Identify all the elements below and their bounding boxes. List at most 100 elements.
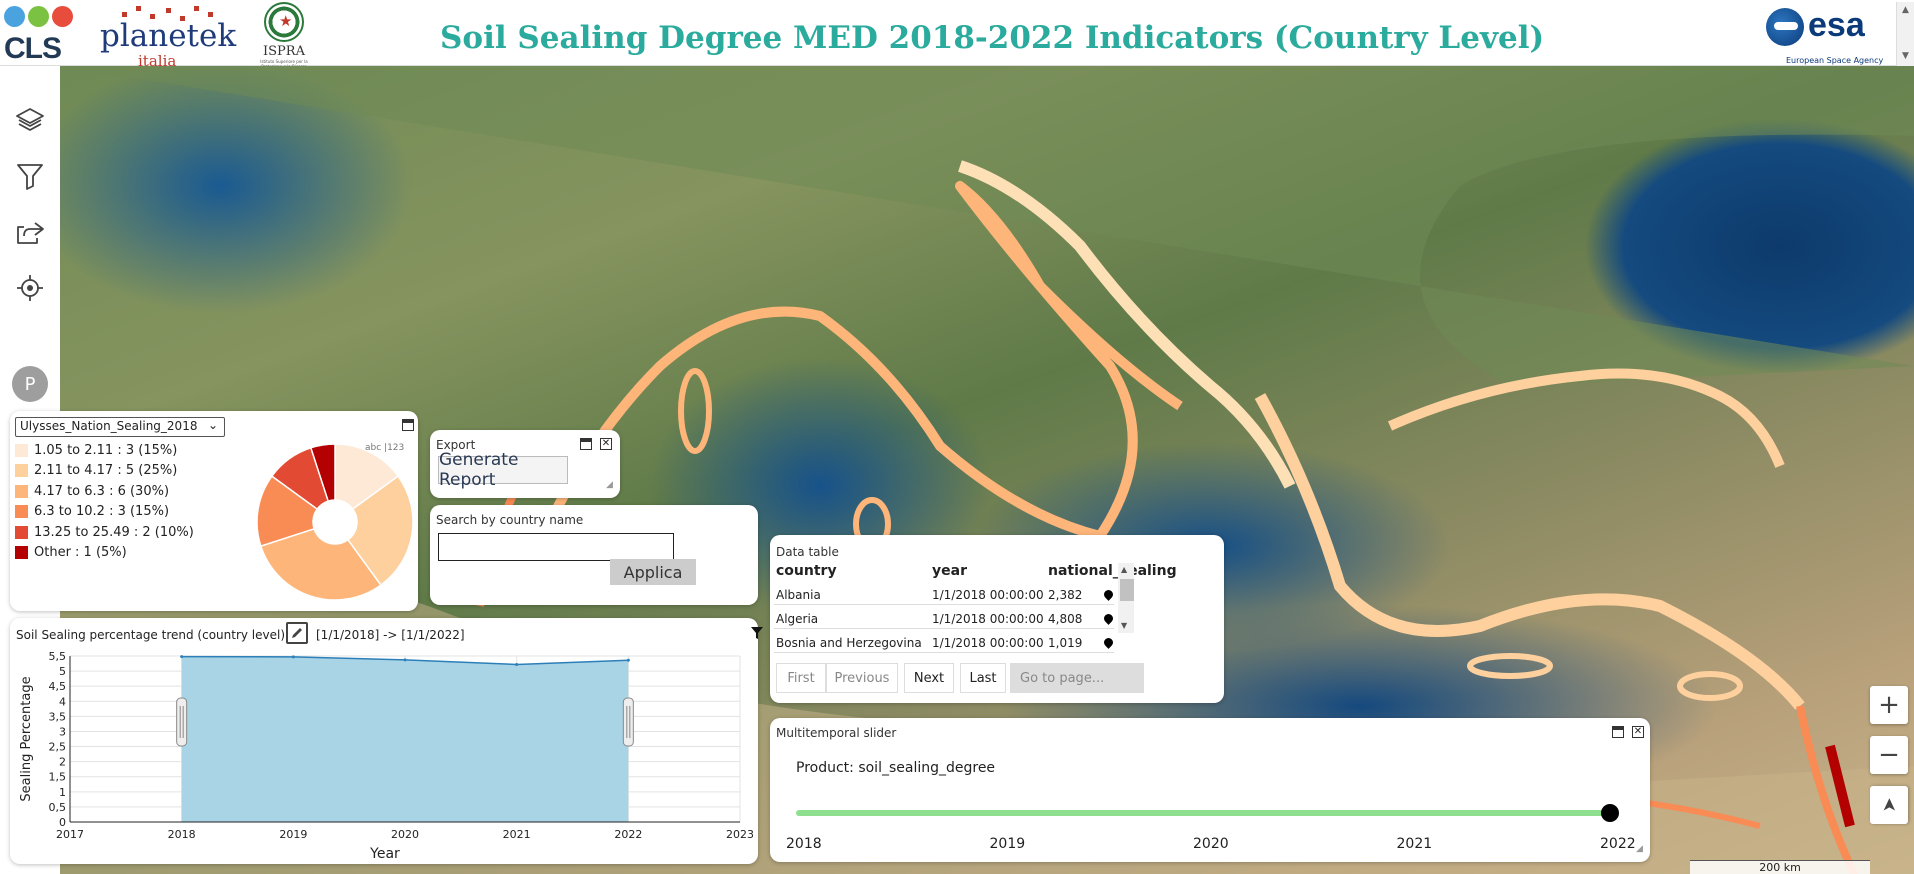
share-icon[interactable] — [10, 212, 50, 252]
trend-title: Soil Sealing percentage trend (country l… — [16, 628, 286, 642]
zoom-to-pin-icon[interactable] — [1102, 588, 1115, 601]
table-cell-country: Albania — [776, 588, 821, 602]
slider-title: Multitemporal slider — [776, 726, 897, 740]
table-row[interactable]: Albania 1/1/2018 00:00:00 2,382 — [774, 585, 1115, 605]
y-tick-label: 2,5 — [49, 741, 67, 754]
maximize-icon[interactable] — [1612, 726, 1624, 738]
y-tick-label: 4,5 — [49, 680, 67, 693]
header: CLS planetek italia ★ ISPRA Istituto Sup… — [0, 0, 1914, 74]
pager-first-button[interactable]: First — [776, 663, 826, 693]
scale-bar: 200 km — [1690, 860, 1870, 874]
y-tick-label: 1,5 — [49, 771, 67, 784]
range-handle[interactable] — [622, 697, 634, 747]
pager-next-button[interactable]: Next — [904, 663, 954, 693]
trend-date-range: [1/1/2018] -> [1/1/2022] — [316, 628, 465, 642]
column-header-year[interactable]: year — [932, 563, 967, 579]
y-tick-label: 1 — [59, 786, 66, 799]
table-row[interactable]: Algeria 1/1/2018 00:00:00 4,808 — [774, 609, 1115, 629]
zoom-to-pin-icon[interactable] — [1102, 636, 1115, 649]
multitemporal-slider-panel: Multitemporal slider ✕ Product: soil_sea… — [770, 718, 1650, 862]
header-scrollbar[interactable]: ▲ ▼ — [1896, 2, 1914, 66]
legend-item: 13.25 to 25.49 : 2 (10%) — [15, 523, 194, 541]
y-tick-label: 0,5 — [49, 801, 67, 814]
slider-tick-label: 2021 — [1396, 836, 1433, 852]
zoom-in-button[interactable]: + — [1870, 686, 1908, 724]
legend-panel: Ulysses_Nation_Sealing_2018 ⌄ 1.05 to 2.… — [10, 411, 418, 611]
y-tick-label: 3 — [59, 725, 66, 738]
table-cell-year: 1/1/2018 00:00:00 — [932, 612, 1044, 626]
legend-item: Other : 1 (5%) — [15, 544, 127, 562]
resize-icon[interactable]: ◢ — [606, 480, 616, 490]
slider-tick-label: 2022 — [1600, 836, 1636, 852]
pie-mode-label: abc |123 — [365, 443, 405, 453]
user-avatar[interactable]: P — [12, 366, 48, 402]
filter-icon[interactable] — [10, 156, 50, 196]
pager-last-button[interactable]: Last — [960, 663, 1006, 693]
legend-label: 2.11 to 4.17 : 5 (25%) — [34, 463, 178, 478]
apply-button[interactable]: Applica — [610, 559, 696, 585]
legend-label: 1.05 to 2.11 : 3 (15%) — [34, 442, 178, 458]
generate-report-button[interactable]: Generate Report — [438, 450, 568, 490]
x-tick-label: 2018 — [168, 828, 196, 841]
legend-item: 6.3 to 10.2 : 3 (15%) — [15, 503, 169, 521]
legend-label: Other : 1 (5%) — [34, 545, 127, 560]
data-point[interactable] — [626, 658, 630, 662]
x-tick-label: 2023 — [726, 828, 754, 841]
table-cell-national-sealing: 1,019 — [1048, 636, 1083, 650]
legend-item: 1.05 to 2.11 : 3 (15%) — [15, 441, 177, 459]
table-row[interactable]: Bosnia and Herzegovina 1/1/2018 00:00:00 1… — [774, 633, 1115, 653]
y-tick-label: 4 — [59, 695, 66, 708]
locate-icon[interactable] — [10, 268, 50, 308]
legend-swatch — [15, 464, 28, 477]
x-tick-label: 2022 — [614, 828, 642, 841]
slider-track[interactable] — [796, 810, 1610, 816]
maximize-icon[interactable] — [580, 438, 592, 450]
area-series — [181, 656, 629, 822]
pager-previous-button[interactable]: Previous — [826, 663, 898, 693]
slider-handle[interactable] — [1601, 804, 1619, 822]
legend-label: 6.3 to 10.2 : 3 (15%) — [34, 504, 170, 519]
table-cell-national-sealing: 4,808 — [1048, 612, 1083, 626]
trend-chart-panel: Soil Sealing percentage trend (country l… — [10, 618, 763, 864]
goto-page-input[interactable]: Go to page... — [1010, 663, 1144, 693]
table-cell-year: 1/1/2018 00:00:00 — [932, 588, 1044, 602]
data-point[interactable] — [180, 655, 184, 659]
data-point[interactable] — [291, 655, 295, 659]
maximize-icon[interactable] — [402, 419, 414, 431]
planetek-logo: planetek italia — [100, 0, 240, 70]
close-icon[interactable]: ✕ — [600, 438, 612, 450]
layer-select[interactable]: Ulysses_Nation_Sealing_2018 ⌄ — [15, 417, 225, 437]
column-header-country[interactable]: country — [776, 563, 837, 579]
x-tick-label: 2020 — [391, 828, 419, 841]
calendar-edit-icon[interactable] — [286, 622, 308, 644]
legend-swatch — [15, 525, 28, 539]
legend-label: 4.17 to 6.3 : 6 (30%) — [34, 483, 170, 499]
resize-icon[interactable]: ◢ — [1636, 844, 1646, 854]
table-cell-year: 1/1/2018 00:00:00 — [932, 636, 1044, 650]
legend-swatch — [15, 546, 28, 559]
y-tick-label: 5 — [59, 665, 66, 678]
legend-swatch — [15, 443, 28, 457]
filter-icon[interactable] — [750, 626, 764, 644]
ispra-logo: ★ ISPRA Istituto Superiore per la Protez… — [254, 2, 314, 74]
data-point[interactable] — [515, 662, 519, 666]
table-scrollbar[interactable]: ▲ ▼ — [1118, 563, 1134, 633]
zoom-to-pin-icon[interactable] — [1102, 612, 1115, 625]
x-tick-label: 2017 — [56, 828, 84, 841]
cls-logo: CLS — [2, 4, 84, 65]
north-arrow-button[interactable]: ➤ — [1870, 786, 1908, 824]
table-cell-national-sealing: 2,382 — [1048, 588, 1083, 602]
page-title: Soil Sealing Degree MED 2018-2022 Indica… — [440, 20, 1545, 56]
zoom-out-button[interactable]: − — [1870, 736, 1908, 774]
x-tick-label: 2021 — [503, 828, 531, 841]
y-tick-label: 2 — [59, 756, 66, 769]
close-icon[interactable]: ✕ — [1632, 726, 1644, 738]
country-search-input[interactable] — [438, 533, 674, 561]
slider-tick-label: 2020 — [1193, 836, 1229, 852]
left-toolbar: P — [0, 66, 60, 411]
range-handle[interactable] — [176, 697, 188, 747]
layers-icon[interactable] — [10, 100, 50, 140]
data-point[interactable] — [403, 658, 407, 662]
column-header-national-sealing[interactable]: national_sealing — [1048, 563, 1177, 579]
trend-chart: 00,511,522,533,544,555,52017 2018 2019 2020… — [19, 650, 754, 860]
